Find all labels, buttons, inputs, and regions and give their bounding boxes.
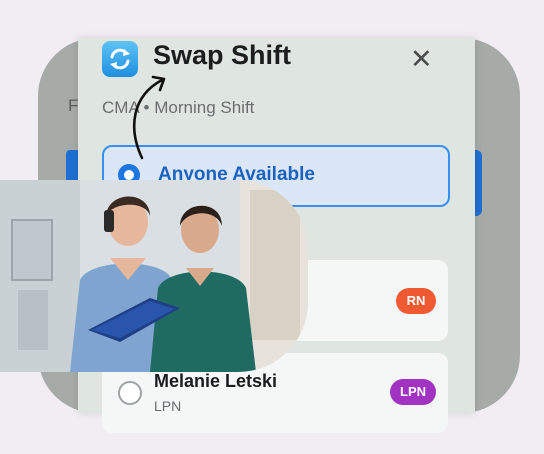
curved-arrow-icon — [133, 75, 166, 160]
role-badge-lpn: LPN — [390, 379, 436, 405]
nurses-photo — [0, 180, 308, 372]
close-icon[interactable]: ✕ — [410, 46, 433, 73]
background-partial-text: F — [68, 96, 79, 115]
dialog-title: Swap Shift — [153, 40, 292, 70]
radio-unselected-icon[interactable] — [118, 381, 142, 405]
promo-stage: F Swap Shift ✕ CMA • Morning Shift Anyon… — [0, 0, 544, 454]
staff-role: LPN — [154, 398, 182, 414]
role-badge-rn: RN — [396, 288, 436, 314]
staff-name: Melanie Letski — [154, 371, 278, 391]
